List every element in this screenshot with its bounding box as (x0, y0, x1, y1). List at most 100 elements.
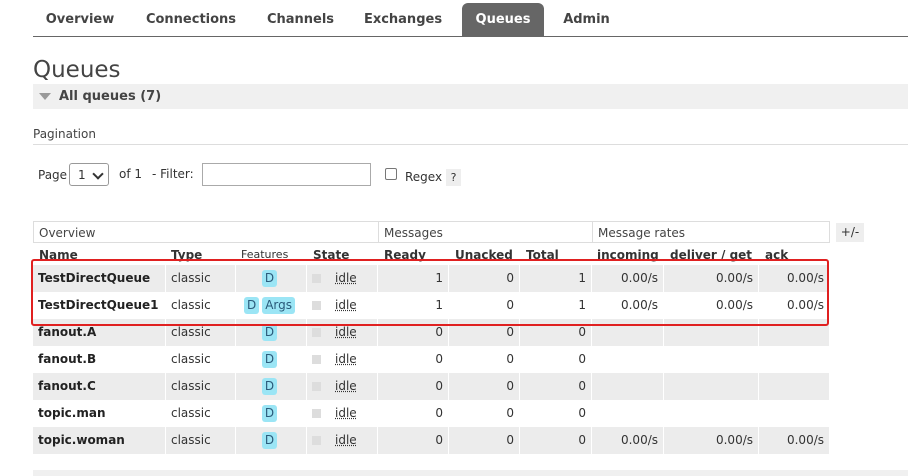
state-label: idle (335, 406, 357, 420)
deliver-get-rate: 0.00/s (664, 265, 759, 292)
durable-badge: D (261, 324, 278, 341)
durable-badge: D (261, 432, 278, 449)
queue-features: D Args (236, 292, 307, 319)
ready-count: 0 (378, 373, 449, 400)
tab-exchanges[interactable]: Exchanges (350, 3, 456, 36)
total-count: 1 (520, 292, 592, 319)
ack-rate: 0.00/s (759, 292, 830, 319)
ack-rate: 0.00/s (759, 265, 830, 292)
queue-state: idle (307, 265, 378, 292)
state-label: idle (335, 325, 357, 339)
table-row: fanout.C classic Didle 0 0 0 (33, 373, 830, 400)
column-toggle-button[interactable]: +/- (836, 223, 864, 242)
state-indicator-icon (312, 382, 321, 391)
ready-count: 0 (378, 427, 449, 454)
all-queues-section-toggle[interactable]: All queues (7) (33, 84, 908, 109)
queue-name-link[interactable]: fanout.A (33, 319, 166, 346)
queue-name-link[interactable]: TestDirectQueue1 (33, 292, 166, 319)
queue-state: idle (307, 319, 378, 346)
ready-count: 0 (378, 400, 449, 427)
queue-type: classic (166, 265, 236, 292)
deliver-get-rate (664, 373, 759, 400)
queue-name-link[interactable]: TestDirectQueue (33, 265, 166, 292)
tab-overview[interactable]: Overview (33, 3, 127, 36)
queue-type: classic (166, 346, 236, 373)
column-header-type[interactable]: Type (171, 243, 202, 265)
tab-channels[interactable]: Channels (255, 3, 346, 36)
column-header-total[interactable]: Total (526, 243, 559, 265)
queues-table: Overview Messages Message rates Name Typ… (33, 221, 830, 459)
ack-rate: 0.00/s (759, 427, 830, 454)
unacked-count: 0 (449, 265, 520, 292)
queue-name-link[interactable]: fanout.B (33, 346, 166, 373)
deliver-get-rate (664, 319, 759, 346)
total-count: 1 (520, 265, 592, 292)
queue-features: D (236, 346, 307, 373)
queue-features: D (236, 265, 307, 292)
column-header-name[interactable]: Name (39, 243, 78, 265)
state-label: idle (335, 352, 357, 366)
unacked-count: 0 (449, 346, 520, 373)
regex-checkbox[interactable] (385, 168, 397, 180)
all-queues-label: All queues (7) (59, 89, 162, 104)
queue-name-link[interactable]: topic.woman (33, 427, 166, 454)
queue-type: classic (166, 373, 236, 400)
queue-features: D (236, 319, 307, 346)
queue-name-link[interactable]: fanout.C (33, 373, 166, 400)
ready-count: 0 (378, 319, 449, 346)
durable-badge: D (261, 270, 278, 287)
regex-help-button[interactable]: ? (446, 169, 461, 186)
column-header-deliver-get[interactable]: deliver / get (670, 243, 752, 265)
unacked-count: 0 (449, 400, 520, 427)
table-row: fanout.A classic Didle 0 0 0 (33, 319, 830, 346)
page-select[interactable]: 1 (69, 163, 109, 186)
column-header-unacked[interactable]: Unacked (455, 243, 513, 265)
table-row: TestDirectQueue classic Didle 1 0 1 0.00/s 0.00… (33, 265, 830, 292)
durable-badge: D (261, 405, 278, 422)
state-indicator-icon (312, 328, 321, 337)
group-header-message-rates: Message rates (592, 221, 830, 243)
state-indicator-icon (312, 301, 321, 310)
total-count: 0 (520, 346, 592, 373)
group-header-messages: Messages (378, 221, 593, 243)
table-row: TestDirectQueue1 classic D Args idle 1 0 1 0.00/… (33, 292, 830, 319)
state-indicator-icon (312, 355, 321, 364)
filter-input[interactable] (202, 163, 371, 186)
column-header-state[interactable]: State (313, 243, 349, 265)
filter-label: - Filter: (152, 167, 194, 181)
durable-badge: D (261, 378, 278, 395)
queue-state: idle (307, 346, 378, 373)
next-section-bar (33, 470, 908, 476)
tab-admin[interactable]: Admin (548, 3, 625, 36)
queue-state: idle (307, 373, 378, 400)
queue-state: idle (307, 292, 378, 319)
ack-rate (759, 346, 830, 373)
incoming-rate (592, 346, 664, 373)
column-header-features: Features (241, 248, 289, 261)
group-header-overview: Overview (33, 221, 379, 243)
column-header-ack[interactable]: ack (765, 243, 788, 265)
incoming-rate (592, 400, 664, 427)
tab-connections[interactable]: Connections (131, 3, 251, 36)
deliver-get-rate (664, 346, 759, 373)
column-header-ready[interactable]: Ready (384, 243, 426, 265)
args-badge: Args (262, 297, 296, 314)
incoming-rate: 0.00/s (592, 292, 664, 319)
queue-features: D (236, 373, 307, 400)
ack-rate (759, 373, 830, 400)
state-indicator-icon (312, 409, 321, 418)
state-label: idle (335, 379, 357, 393)
page-label: Page (38, 168, 68, 182)
state-label: idle (335, 433, 357, 447)
unacked-count: 0 (449, 373, 520, 400)
queue-type: classic (166, 400, 236, 427)
table-row: fanout.B classic Didle 0 0 0 (33, 346, 830, 373)
queue-type: classic (166, 292, 236, 319)
tab-queues[interactable]: Queues (462, 3, 544, 36)
queue-features: D (236, 400, 307, 427)
column-header-incoming[interactable]: incoming (597, 243, 659, 265)
durable-badge: D (243, 297, 260, 314)
queue-name-link[interactable]: topic.man (33, 400, 166, 427)
queue-state: idle (307, 400, 378, 427)
state-label: idle (335, 271, 357, 285)
